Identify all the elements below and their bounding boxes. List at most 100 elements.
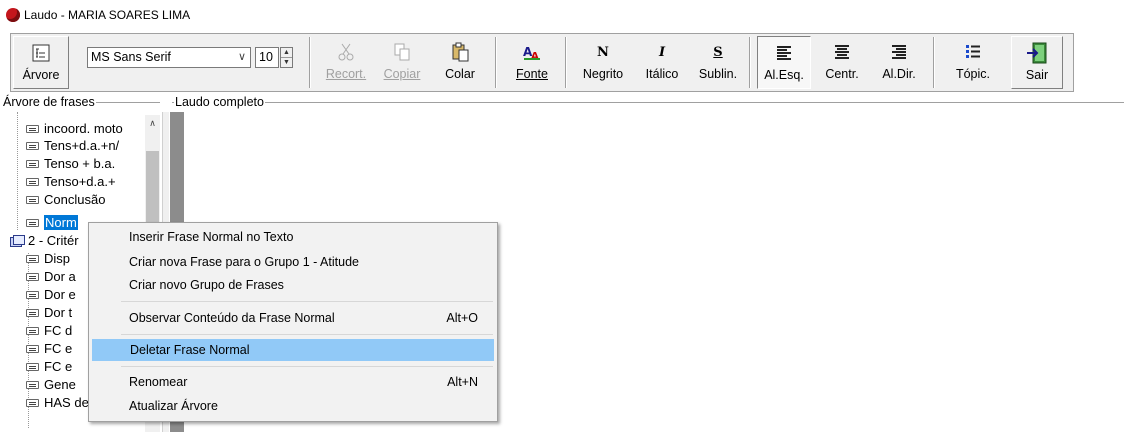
tree-item-label: 2 - Critér <box>28 233 79 248</box>
menu-item-inserir[interactable]: Inserir Frase Normal no Texto <box>92 226 494 248</box>
chevron-down-icon: ∨ <box>237 51 246 63</box>
group-folder-icon <box>10 235 25 247</box>
chevron-up-icon[interactable]: ∧ <box>145 115 160 131</box>
tree-item-label: Tenso + b.a. <box>44 156 116 171</box>
align-left-button[interactable]: Al.Esq. <box>757 36 811 89</box>
menu-item-label: Criar nova Frase para o Grupo 1 - Atitud… <box>129 255 359 269</box>
tree-item-label: Dor a <box>44 269 76 284</box>
menu-item-label: Observar Conteúdo da Frase Normal <box>129 311 335 325</box>
menu-item-label: Atualizar Árvore <box>129 399 218 413</box>
menu-item-shortcut: Alt+N <box>447 375 478 389</box>
italic-label: Itálico <box>645 67 679 81</box>
underline-label: Sublin. <box>698 67 738 81</box>
tree-item[interactable]: FC e <box>26 358 72 375</box>
tree-item[interactable]: Dor t <box>26 304 72 321</box>
tree-view-icon <box>32 41 50 65</box>
tree-item[interactable]: Dor e <box>26 286 76 303</box>
font-size-stepper[interactable]: ▲ ▼ <box>280 47 293 68</box>
phrase-icon <box>26 159 39 168</box>
toolbar: Árvore MS Sans Serif ∨ 10 ▲ ▼ Recort. Co… <box>10 33 1074 92</box>
paste-button[interactable]: Colar <box>435 36 485 89</box>
tree-item[interactable]: Conclusão <box>26 191 105 208</box>
align-center-button[interactable]: Centr. <box>817 36 867 89</box>
align-right-button[interactable]: Al.Dir. <box>873 36 925 89</box>
tree-connector <box>17 112 18 230</box>
font-button[interactable]: AA Fonte <box>507 36 557 89</box>
scissors-icon <box>337 40 355 64</box>
menu-item-atualizar[interactable]: Atualizar Árvore <box>92 395 494 417</box>
italic-icon: I <box>658 44 666 60</box>
tree-item[interactable]: FC d <box>26 322 72 339</box>
phrase-icon <box>26 308 39 317</box>
tree-item[interactable]: Tenso+d.a.+ <box>26 173 116 190</box>
paste-icon <box>451 40 469 64</box>
tree-panel-title: Árvore de frases <box>2 95 96 109</box>
phrase-icon <box>26 124 39 133</box>
tree-item-label: FC d <box>44 323 73 338</box>
arvore-label: Árvore <box>22 68 60 82</box>
exit-button[interactable]: Sair <box>1011 36 1063 89</box>
menu-item-label: Deletar Frase Normal <box>130 343 250 357</box>
toolbar-separator <box>749 37 751 88</box>
menu-item-deletar[interactable]: Deletar Frase Normal <box>92 339 494 361</box>
font-name-select[interactable]: MS Sans Serif ∨ <box>87 47 251 68</box>
exit-label: Sair <box>1025 68 1049 82</box>
bullets-button[interactable]: Tópic. <box>947 36 999 89</box>
phrase-icon <box>26 362 39 371</box>
window-title: Laudo - MARIA SOARES LIMA <box>24 8 191 22</box>
phrase-icon <box>26 290 39 299</box>
tree-item-label: Norm <box>44 215 78 230</box>
bold-label: Negrito <box>582 67 624 81</box>
tree-item-selected[interactable]: Norm <box>26 214 78 231</box>
phrase-icon <box>26 218 39 227</box>
italic-button[interactable]: I Itálico <box>637 36 687 89</box>
bullets-label: Tópic. <box>955 67 991 81</box>
phrase-icon <box>26 195 39 204</box>
arvore-button[interactable]: Árvore <box>13 36 69 89</box>
font-size-field[interactable]: 10 <box>255 47 279 68</box>
context-menu: Inserir Frase Normal no Texto Criar nova… <box>88 222 498 422</box>
menu-item-label: Renomear <box>129 375 188 389</box>
bold-button[interactable]: N Negrito <box>575 36 631 89</box>
toolbar-separator <box>933 37 935 88</box>
spin-up-icon[interactable]: ▲ <box>281 48 292 58</box>
tree-item-label: Conclusão <box>44 192 106 207</box>
menu-item-observar[interactable]: Observar Conteúdo da Frase Normal Alt+O <box>92 307 494 329</box>
tree-item[interactable]: Gene <box>26 376 76 393</box>
align-right-label: Al.Dir. <box>882 67 916 81</box>
tree-item-label: Dor e <box>44 287 76 302</box>
tree-item[interactable]: Disp <box>26 250 70 267</box>
menu-separator <box>121 334 493 335</box>
menu-item-criar-grupo[interactable]: Criar novo Grupo de Frases <box>92 274 494 296</box>
underline-button[interactable]: S Sublin. <box>693 36 743 89</box>
phrase-icon <box>26 177 39 186</box>
menu-item-label: Criar novo Grupo de Frases <box>129 278 284 292</box>
tree-item-label: incoord. moto <box>44 121 123 136</box>
tree-item[interactable]: Tenso + b.a. <box>26 155 115 172</box>
menu-item-renomear[interactable]: Renomear Alt+N <box>92 371 494 393</box>
tree-item-label: FC e <box>44 359 73 374</box>
laudo-panel-title: Laudo completo <box>174 95 265 109</box>
menu-separator <box>121 366 493 367</box>
tree-item[interactable]: Tens+d.a.+n/ <box>26 137 119 154</box>
phrase-icon <box>26 141 39 150</box>
exit-door-icon <box>1026 41 1048 65</box>
copy-button[interactable]: Copiar <box>377 36 427 89</box>
toolbar-separator <box>309 37 311 88</box>
tree-group[interactable]: 2 - Critér <box>10 232 79 249</box>
tree-item-label: Gene <box>44 377 76 392</box>
font-icon: AA <box>523 40 541 64</box>
menu-item-criar-frase[interactable]: Criar nova Frase para o Grupo 1 - Atitud… <box>92 251 494 273</box>
tree-item[interactable]: Dor a <box>26 268 76 285</box>
font-label: Fonte <box>516 67 548 81</box>
spin-down-icon[interactable]: ▼ <box>281 58 292 67</box>
menu-item-shortcut: Alt+O <box>446 311 478 325</box>
cut-button[interactable]: Recort. <box>321 36 371 89</box>
tree-item[interactable]: FC e <box>26 340 72 357</box>
font-size-value: 10 <box>259 50 273 64</box>
cut-label: Recort. <box>325 67 367 81</box>
paste-label: Colar <box>445 67 475 81</box>
font-name-value: MS Sans Serif <box>91 50 171 64</box>
tree-item[interactable]: incoord. moto <box>26 120 123 137</box>
title-bar: Laudo - MARIA SOARES LIMA <box>0 0 1124 30</box>
